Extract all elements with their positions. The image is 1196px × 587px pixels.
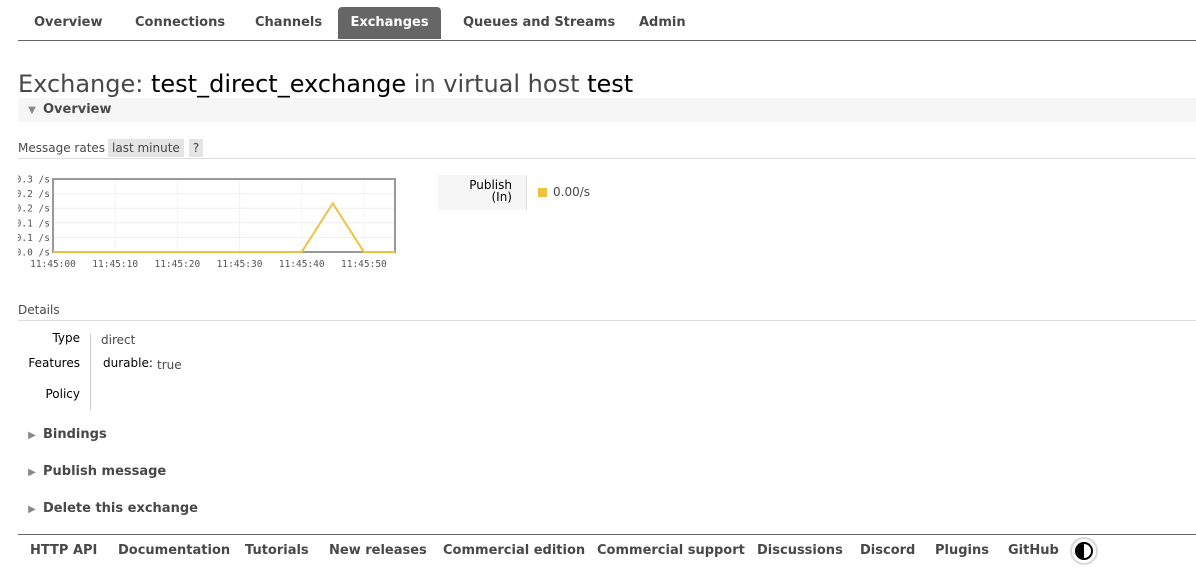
footer-link-documentation[interactable]: Documentation [118,543,230,558]
publish-message-section-toggle[interactable]: ▶ Publish message [18,460,1196,484]
details-heading-row: Details [18,302,1196,321]
theme-toggle-button[interactable] [1070,537,1098,565]
footer-link-discussions[interactable]: Discussions [757,543,843,558]
y-tick-label: 0.1 /s [18,218,50,229]
features-key: Features [28,356,80,370]
delete-exchange-section-toggle[interactable]: ▶ Delete this exchange [18,497,1196,521]
message-rates-row: Message rates last minute ? [18,139,1196,159]
tab-exchanges[interactable]: Exchanges [338,7,441,39]
policy-key: Policy [45,387,80,401]
footer-link-plugins[interactable]: Plugins [935,543,989,558]
footer-link-github[interactable]: GitHub [1008,543,1059,558]
y-tick-label: 0.0 /s [18,248,50,259]
publish-in-rate: 0.00/s [538,185,590,199]
tab-connections[interactable]: Connections [119,7,241,39]
feature-name: durable: [103,356,153,370]
publish-in-key: Publish (In) [438,175,527,210]
bindings-section-label: Bindings [43,427,107,442]
message-rates-label: Message rates [18,141,106,155]
x-tick-label: 11:45:00 [30,259,76,270]
footer-link-commercial-edition[interactable]: Commercial edition [443,543,585,558]
footer-link-new-releases[interactable]: New releases [329,543,427,558]
footer-link-http-api[interactable]: HTTP API [30,543,97,558]
type-value: direct [101,333,136,347]
tab-admin[interactable]: Admin [623,7,702,39]
overview-section-toggle[interactable]: ▼ Overview [18,98,1196,122]
exchange-name: test_direct_exchange [151,70,407,98]
help-button[interactable]: ? [189,139,203,157]
collapsed-triangle-icon: ▶ [28,504,36,515]
rate-range-selector[interactable]: last minute [108,139,184,157]
y-tick-label: 0.1 /s [18,233,50,244]
collapsed-triangle-icon: ▶ [28,430,36,441]
expanded-triangle-icon: ▼ [28,105,36,116]
contrast-icon [1075,542,1093,560]
tab-channels[interactable]: Channels [239,7,338,39]
x-tick-label: 11:45:30 [217,259,263,270]
details-divider [90,333,91,411]
plot-area [53,179,395,252]
message-rates-chart: 0.0 /s 0.1 /s 0.1 /s 0.2 /s 0.2 /s 0.3 /s 11:4… [18,175,396,270]
feature-value: true [157,358,182,372]
type-key: Type [52,331,80,345]
details-label: Details [18,303,60,317]
tab-overview[interactable]: Overview [18,7,119,39]
publish-message-section-label: Publish message [43,464,167,479]
title-prefix: Exchange: [18,70,144,98]
x-tick-label: 11:45:10 [92,259,138,270]
collapsed-triangle-icon: ▶ [28,467,36,478]
y-tick-label: 0.3 /s [18,175,50,186]
series-color-swatch [538,188,547,197]
tab-queues-and-streams[interactable]: Queues and Streams [447,7,631,39]
publish-in-label: (In) [491,190,512,204]
y-tick-label: 0.2 /s [18,189,50,200]
publish-rate-value: 0.00/s [553,185,591,199]
vhost-name: test [587,70,634,98]
footer-link-discord[interactable]: Discord [860,543,915,558]
overview-section-label: Overview [43,102,112,117]
footer-link-commercial-support[interactable]: Commercial support [597,543,745,558]
footer: HTTP API Documentation Tutorials New rel… [18,534,1196,587]
y-tick-label: 0.2 /s [18,204,50,215]
x-tick-label: 11:45:50 [341,259,387,270]
delete-exchange-section-label: Delete this exchange [43,501,198,516]
x-tick-label: 11:45:20 [154,259,200,270]
title-mid: in virtual host [413,70,580,98]
footer-link-tutorials[interactable]: Tutorials [245,543,309,558]
page-title: Exchange: test_direct_exchange in virtua… [18,68,633,100]
main-nav: Overview Connections Channels Exchanges … [18,7,1196,41]
x-tick-label: 11:45:40 [279,259,325,270]
bindings-section-toggle[interactable]: ▶ Bindings [18,423,1196,447]
